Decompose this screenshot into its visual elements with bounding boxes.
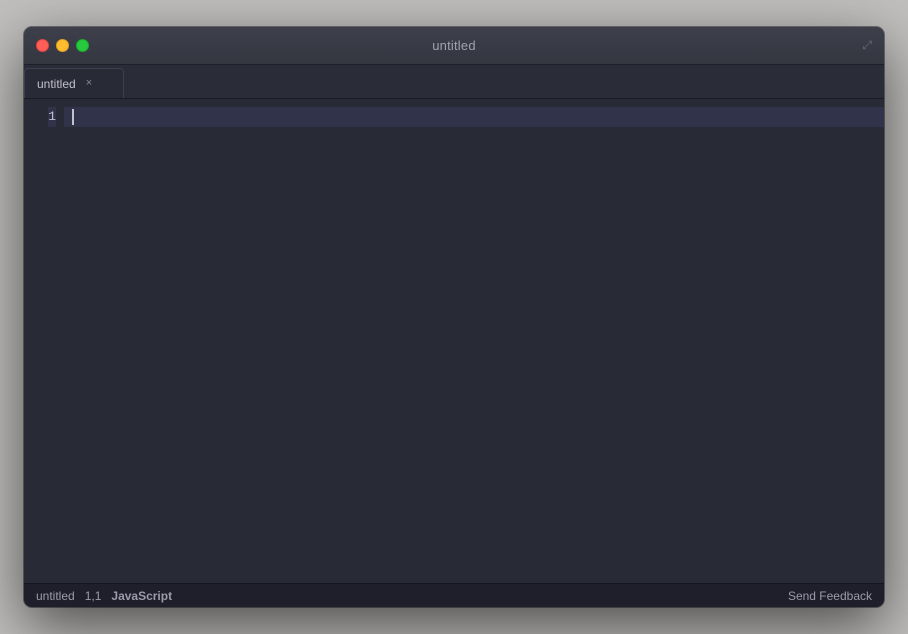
status-filename: untitled <box>36 589 75 603</box>
tab-label: untitled <box>37 77 76 91</box>
send-feedback-button[interactable]: Send Feedback <box>788 589 872 603</box>
close-button[interactable] <box>36 39 49 52</box>
tab-close-button[interactable]: × <box>86 78 92 89</box>
status-position: 1,1 <box>85 589 102 603</box>
title-bar: untitled ⤢ <box>24 27 884 65</box>
tab-untitled[interactable]: untitled × <box>24 68 124 98</box>
status-left: untitled 1,1 JavaScript <box>36 589 788 603</box>
editor-area: 1 <box>24 99 884 583</box>
window-title: untitled <box>432 38 476 53</box>
line-number-1: 1 <box>48 107 56 127</box>
code-editor[interactable] <box>64 99 884 583</box>
minimize-button[interactable] <box>56 39 69 52</box>
maximize-button[interactable] <box>76 39 89 52</box>
line-numbers-gutter: 1 <box>24 99 64 583</box>
code-line-1[interactable] <box>64 107 884 127</box>
status-language[interactable]: JavaScript <box>111 589 172 603</box>
fullscreen-icon[interactable]: ⤢ <box>862 38 872 53</box>
app-window: untitled ⤢ untitled × 1 untitled 1,1 Jav… <box>24 27 884 607</box>
tab-bar: untitled × <box>24 65 884 99</box>
text-cursor <box>72 109 74 125</box>
traffic-lights <box>36 39 89 52</box>
status-bar: untitled 1,1 JavaScript Send Feedback <box>24 583 884 607</box>
line-number-row-1: 1 <box>48 107 56 127</box>
